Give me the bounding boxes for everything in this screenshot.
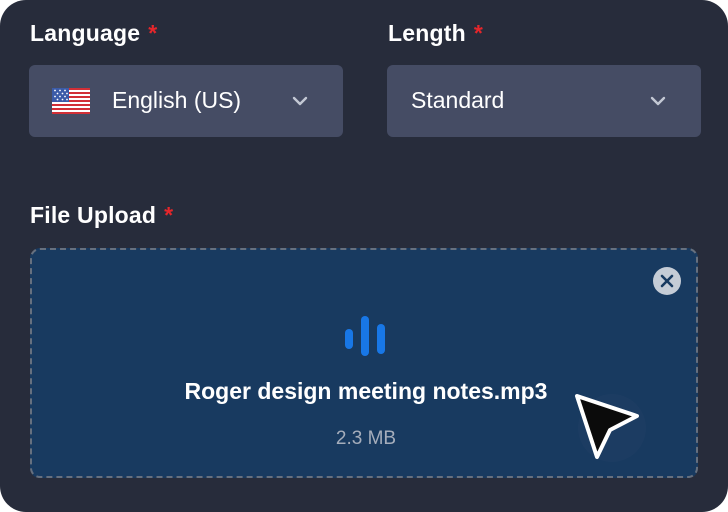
length-select[interactable]: Standard (387, 65, 701, 137)
length-required-mark: * (473, 20, 484, 46)
close-circle-icon[interactable] (652, 266, 682, 296)
upload-form-panel: Language * English (US) Length * Standar… (0, 0, 728, 512)
chevron-down-icon (292, 96, 308, 106)
mouse-pointer-icon (575, 394, 646, 462)
chevron-down-icon (650, 96, 666, 106)
length-label-text: Length (388, 20, 466, 46)
audio-waveform-icon (345, 316, 385, 356)
file-upload-required-mark: * (164, 202, 174, 228)
language-required-mark: * (148, 20, 158, 46)
length-selected-value: Standard (411, 87, 505, 113)
file-upload-label-text: File Upload (30, 202, 157, 228)
language-label-text: Language (30, 20, 141, 46)
length-label: Length * (388, 20, 483, 47)
language-selected-value: English (US) (112, 87, 242, 113)
language-select[interactable]: English (US) (29, 65, 343, 137)
language-label: Language * (30, 20, 157, 47)
us-flag-icon (52, 88, 90, 114)
file-upload-label: File Upload * (30, 202, 173, 229)
